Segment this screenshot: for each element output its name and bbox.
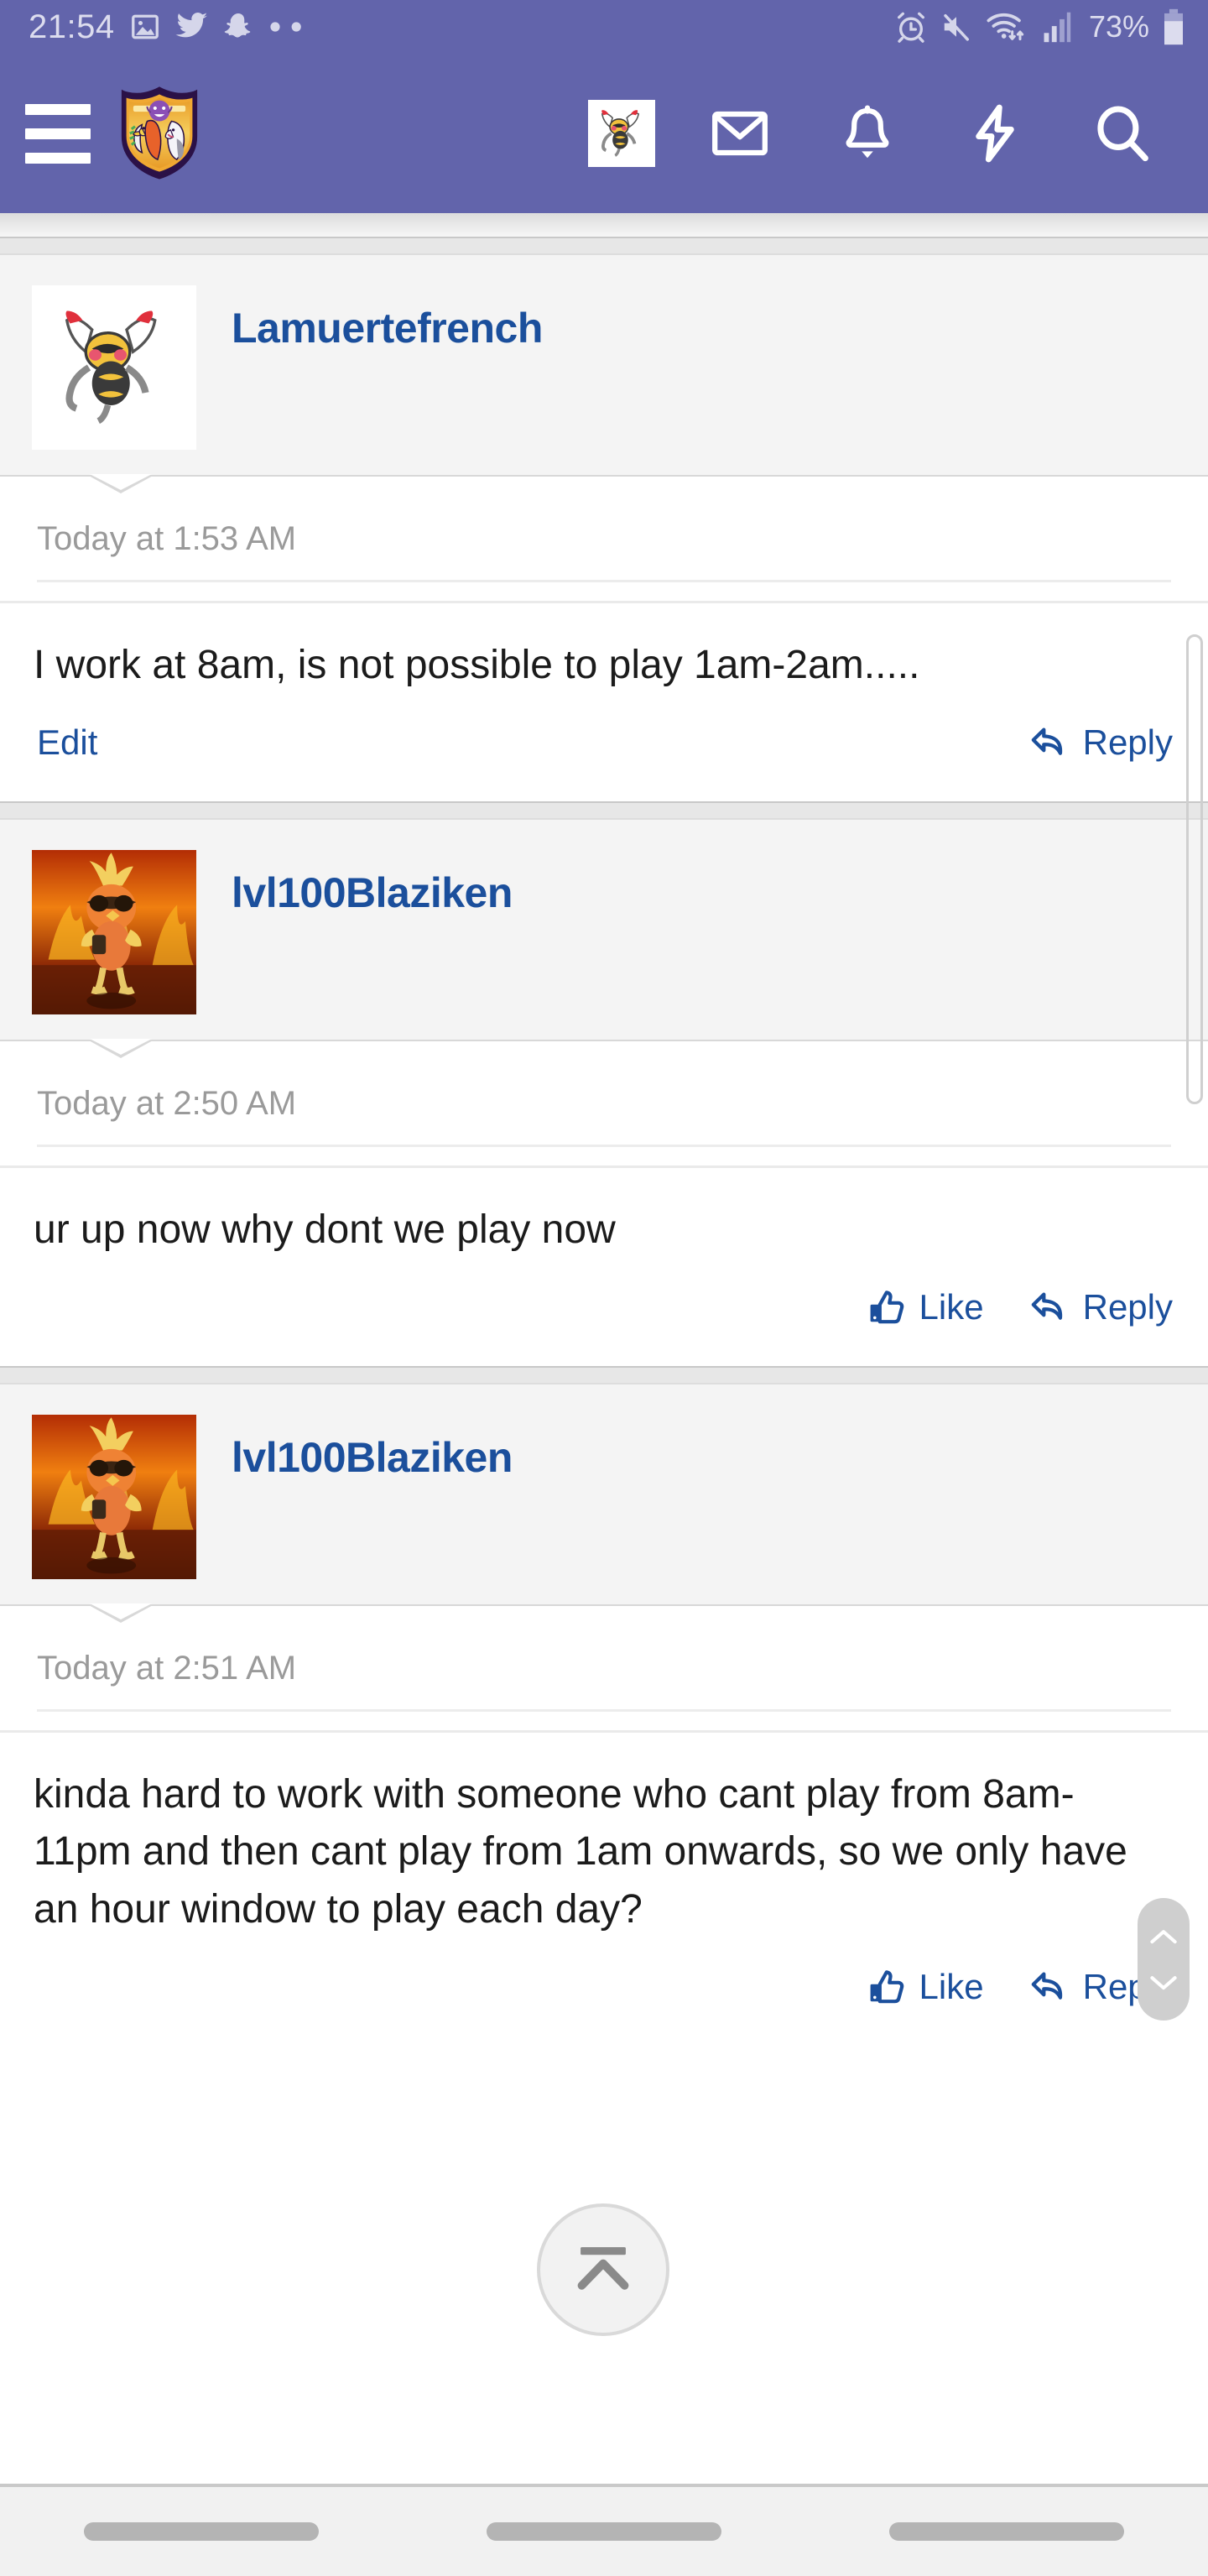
reply-arrow-icon xyxy=(1031,1972,1062,2000)
battery-percent-label: 73% xyxy=(1088,9,1149,44)
like-label: Like xyxy=(919,1966,984,2006)
like-button[interactable]: Like xyxy=(867,1287,984,1327)
post-message: ur up now why dont we play now xyxy=(34,1207,616,1253)
more-dots-icon xyxy=(270,22,301,32)
beedrill-avatar xyxy=(588,100,655,167)
photo-icon xyxy=(131,14,159,39)
navbar-whatsnew-button[interactable] xyxy=(931,70,1059,196)
home-pill[interactable] xyxy=(487,2522,721,2541)
post-author-name[interactable]: lvl100Blaziken xyxy=(232,868,513,917)
hamburger-bar-3 xyxy=(25,152,91,164)
post-2-actions: Like Reply xyxy=(0,1259,1208,1366)
reply-arrow-icon xyxy=(1031,1292,1062,1321)
post-message: I work at 8am, is not possible to play 1… xyxy=(34,643,920,687)
avatar[interactable] xyxy=(32,850,196,1015)
signal-icon xyxy=(1044,12,1071,43)
edit-label: Edit xyxy=(37,722,98,763)
forum-shield-logo[interactable] xyxy=(112,86,206,180)
scroll-nav-pill[interactable] xyxy=(1138,1898,1190,2021)
reply-label: Reply xyxy=(1082,722,1173,763)
post-1-header: Lamuertefrench xyxy=(0,255,1208,493)
mute-icon xyxy=(944,13,969,41)
like-label: Like xyxy=(919,1287,984,1327)
post-message: kinda hard to work with someone who cant… xyxy=(34,1772,1127,1932)
reply-button[interactable]: Reply xyxy=(1029,1287,1173,1327)
forum-navbar xyxy=(0,54,1208,213)
android-navigation-bar xyxy=(0,2484,1208,2576)
post-3-meta: Today at 2:51 AM xyxy=(0,1606,1208,1734)
thumbs-up-icon xyxy=(870,1970,903,2004)
post-divider-band xyxy=(0,801,1208,821)
navbar-search-button[interactable] xyxy=(1059,70,1186,196)
chevron-down-icon[interactable] xyxy=(1149,1974,1178,1992)
post-3-header: lvl100Blaziken xyxy=(0,1384,1208,1624)
lightning-bolt-icon xyxy=(976,104,1014,163)
post-2-header: lvl100Blaziken xyxy=(0,820,1208,1059)
magnifier-icon xyxy=(1097,106,1148,162)
page-top-gradient xyxy=(0,213,1208,237)
post-timestamp[interactable]: Today at 1:53 AM xyxy=(37,520,1171,582)
post-author-name[interactable]: lvl100Blaziken xyxy=(232,1433,513,1482)
status-bar-clock: 21:54 xyxy=(29,8,115,45)
edit-button[interactable]: Edit xyxy=(37,722,97,763)
navbar-account-button[interactable] xyxy=(567,100,676,167)
thumbs-up-icon xyxy=(870,1291,903,1324)
vertical-scrollbar[interactable] xyxy=(1186,634,1203,1104)
twitter-icon xyxy=(174,12,207,38)
scroll-to-top-button[interactable] xyxy=(537,2203,669,2336)
thread-scroll-area[interactable]: Lamuertefrench Today at 1:53 AM I work a… xyxy=(0,213,1208,2484)
post-author-name[interactable]: Lamuertefrench xyxy=(232,304,543,352)
post-2-meta: Today at 2:50 AM xyxy=(0,1041,1208,1169)
navbar-inbox-button[interactable] xyxy=(676,70,804,196)
navbar-alerts-button[interactable] xyxy=(804,70,931,196)
post-1: Lamuertefrench Today at 1:53 AM I work a… xyxy=(0,255,1208,802)
avatar[interactable] xyxy=(32,1415,196,1580)
post-1-meta: Today at 1:53 AM xyxy=(0,477,1208,603)
post-3-actions: Like Reply xyxy=(0,1938,1208,2046)
envelope-icon xyxy=(712,111,768,156)
scroll-to-top-icon xyxy=(577,2247,629,2290)
navbar-icon-group xyxy=(567,70,1186,196)
hamburger-menu-icon[interactable] xyxy=(25,103,91,164)
avatar[interactable] xyxy=(32,285,196,450)
chevron-up-icon[interactable] xyxy=(1149,1927,1178,1946)
hamburger-bar-1 xyxy=(25,103,91,115)
snapchat-icon xyxy=(224,13,250,38)
post-3: lvl100Blaziken Today at 2:51 AM kinda ha… xyxy=(0,1384,1208,2046)
wifi-icon xyxy=(987,13,1024,41)
post-divider-band xyxy=(0,237,1208,255)
battery-icon xyxy=(1164,8,1183,45)
like-button[interactable]: Like xyxy=(867,1967,984,2007)
bell-icon xyxy=(846,105,889,159)
status-bar-right: 73% xyxy=(894,8,1186,45)
alarm-icon xyxy=(897,12,924,43)
post-1-actions: Edit Reply xyxy=(0,694,1208,801)
reply-arrow-icon xyxy=(1031,727,1062,755)
back-pill[interactable] xyxy=(889,2522,1124,2541)
recents-pill[interactable] xyxy=(84,2522,319,2541)
post-2: lvl100Blaziken Today at 2:50 AM ur up no… xyxy=(0,820,1208,1367)
post-timestamp[interactable]: Today at 2:51 AM xyxy=(37,1650,1171,1713)
reply-button[interactable]: Reply xyxy=(1029,722,1173,763)
post-timestamp[interactable]: Today at 2:50 AM xyxy=(37,1085,1171,1148)
status-bar: 21:54 73% xyxy=(0,0,1208,54)
status-bar-left: 21:54 xyxy=(29,8,894,46)
hamburger-bar-2 xyxy=(25,128,91,139)
reply-label: Reply xyxy=(1082,1287,1173,1327)
post-divider-band xyxy=(0,1366,1208,1385)
